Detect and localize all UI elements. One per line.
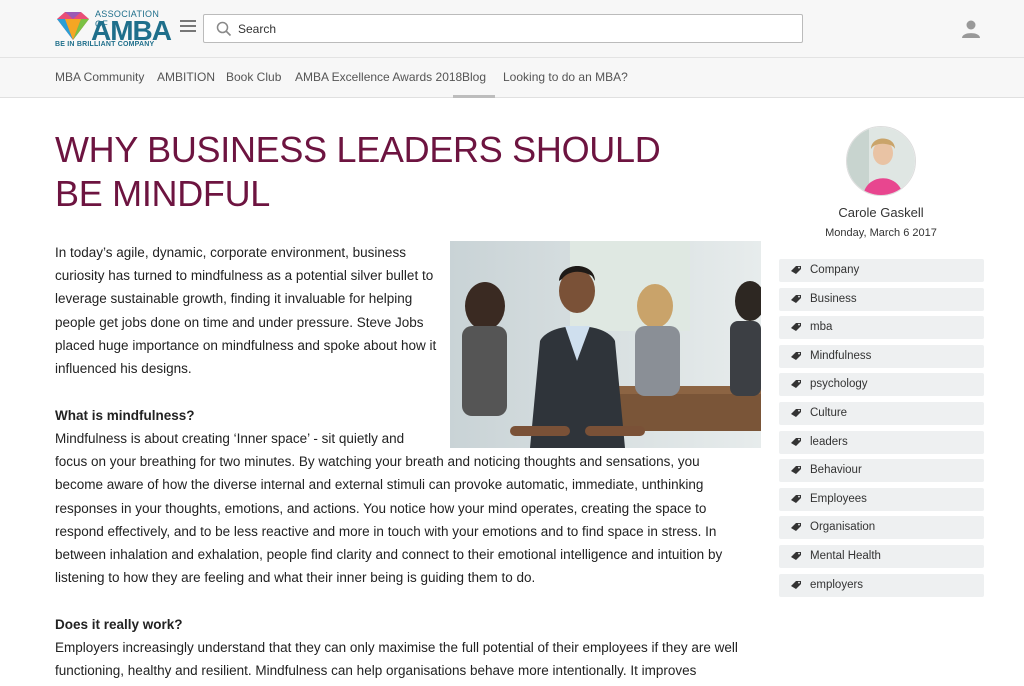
body-line: respond effectively, and to be less reac… (55, 523, 717, 539)
tag-icon (791, 523, 801, 532)
tag-label: Culture (810, 406, 848, 419)
amba-logo[interactable]: ASSOCIATION OF AMBA BE IN BRILLIANT COMP… (55, 7, 172, 51)
body-line: become aware of how the diverse internal… (55, 477, 704, 493)
article-image (450, 241, 761, 448)
intro-line: placed huge importance on mindfulness an… (55, 337, 437, 353)
tag-label: Behaviour (810, 464, 862, 477)
tag-icon (791, 494, 801, 503)
nav-active-indicator (453, 95, 495, 98)
tag-item-employees[interactable]: Employees (779, 487, 984, 511)
tag-icon (791, 351, 801, 360)
tag-icon (791, 380, 801, 389)
tag-icon (791, 323, 801, 332)
tag-item-mental-health[interactable]: Mental Health (779, 544, 984, 568)
article-title: WHY BUSINESS LEADERS SHOULD BE MINDFUL (55, 129, 661, 214)
tag-label: Mental Health (810, 549, 881, 562)
tag-list: Company Business mba Mindfulness psychol… (779, 259, 984, 602)
tag-item-employers[interactable]: employers (779, 573, 984, 597)
tag-label: Business (810, 292, 857, 305)
tag-icon (791, 551, 801, 560)
search-box[interactable] (203, 14, 803, 43)
hamburger-icon[interactable] (180, 20, 196, 34)
tag-icon (791, 437, 801, 446)
does-it-work-paragraph: Employers increasingly understand that t… (55, 636, 765, 682)
tag-item-leaders[interactable]: leaders (779, 430, 984, 454)
intro-paragraph: In today’s agile, dynamic, corporate env… (55, 241, 450, 380)
tag-label: Employees (810, 492, 867, 505)
logo-tagline: BE IN BRILLIANT COMPANY (55, 41, 155, 48)
tag-item-culture[interactable]: Culture (779, 401, 984, 425)
nav-item-book-club[interactable]: Book Club (226, 70, 281, 84)
user-icon[interactable] (961, 19, 981, 39)
section-heading-does-it-work: Does it really work? (55, 617, 183, 632)
tag-item-organisation[interactable]: Organisation (779, 516, 984, 540)
author-name[interactable]: Carole Gaskell (780, 205, 982, 220)
tag-icon (791, 266, 801, 274)
body-line: focus on your breathing for two minutes.… (55, 454, 700, 470)
tag-label: mba (810, 321, 833, 334)
tag-label: Organisation (810, 521, 876, 534)
intro-line: In today’s agile, dynamic, corporate env… (55, 245, 406, 260)
section-heading-what-is-mindfulness: What is mindfulness? (55, 408, 195, 423)
nav-item-blog[interactable]: Blog (462, 70, 486, 84)
search-input[interactable] (238, 19, 788, 39)
intro-line: people get jobs done on time and under p… (55, 314, 424, 330)
nav-item-ambition[interactable]: AMBITION (157, 70, 215, 84)
tag-icon (791, 580, 801, 589)
body-line: Employers increasingly understand that t… (55, 640, 738, 655)
body-line: Mindfulness is about creating ‘Inner spa… (55, 431, 405, 446)
meditating-businessman-image (450, 241, 761, 448)
body-line: functioning, healthy and resilient. Mind… (55, 663, 697, 679)
tag-label: employers (810, 578, 864, 591)
author-photo (847, 127, 915, 195)
diamond-logo-icon (57, 12, 89, 40)
search-icon (216, 21, 232, 37)
tag-item-mba[interactable]: mba (779, 316, 984, 340)
intro-line: curiosity has turned to mindfulness as a… (55, 268, 434, 284)
post-date: Monday, March 6 2017 (825, 227, 937, 239)
tag-item-mindfulness[interactable]: Mindfulness (779, 344, 984, 368)
body-line: listening to how they are feeling and wh… (55, 570, 536, 586)
body-line: responses in your thoughts, emotions, an… (55, 500, 707, 516)
nav-item-looking-to-do-mba[interactable]: Looking to do an MBA? (503, 70, 628, 84)
header: ASSOCIATION OF AMBA BE IN BRILLIANT COMP… (0, 0, 1024, 58)
tag-icon (791, 466, 801, 475)
tag-item-business[interactable]: Business (779, 287, 984, 311)
mindfulness-paragraph: Mindfulness is about creating ‘Inner spa… (55, 427, 765, 589)
tag-icon (791, 408, 801, 417)
intro-line: leverage sustainable growth, finding it … (55, 291, 413, 307)
tag-label: Mindfulness (810, 349, 872, 362)
nav-item-excellence-awards[interactable]: AMBA Excellence Awards 2018 (295, 70, 462, 84)
tag-label: leaders (810, 435, 848, 448)
tag-item-company[interactable]: Company (779, 259, 984, 282)
tag-item-behaviour[interactable]: Behaviour (779, 459, 984, 483)
intro-line: influenced his designs. (55, 361, 192, 377)
tag-label: Company (810, 264, 860, 276)
main-nav: MBA Community AMBITION Book Club AMBA Ex… (0, 58, 1024, 98)
tag-label: psychology (810, 378, 868, 391)
tag-item-psychology[interactable]: psychology (779, 373, 984, 397)
nav-item-mba-community[interactable]: MBA Community (55, 70, 144, 84)
body-line: between inhalation and exhalation, peopl… (55, 547, 723, 563)
author-avatar[interactable] (846, 126, 916, 196)
tag-icon (791, 294, 801, 303)
